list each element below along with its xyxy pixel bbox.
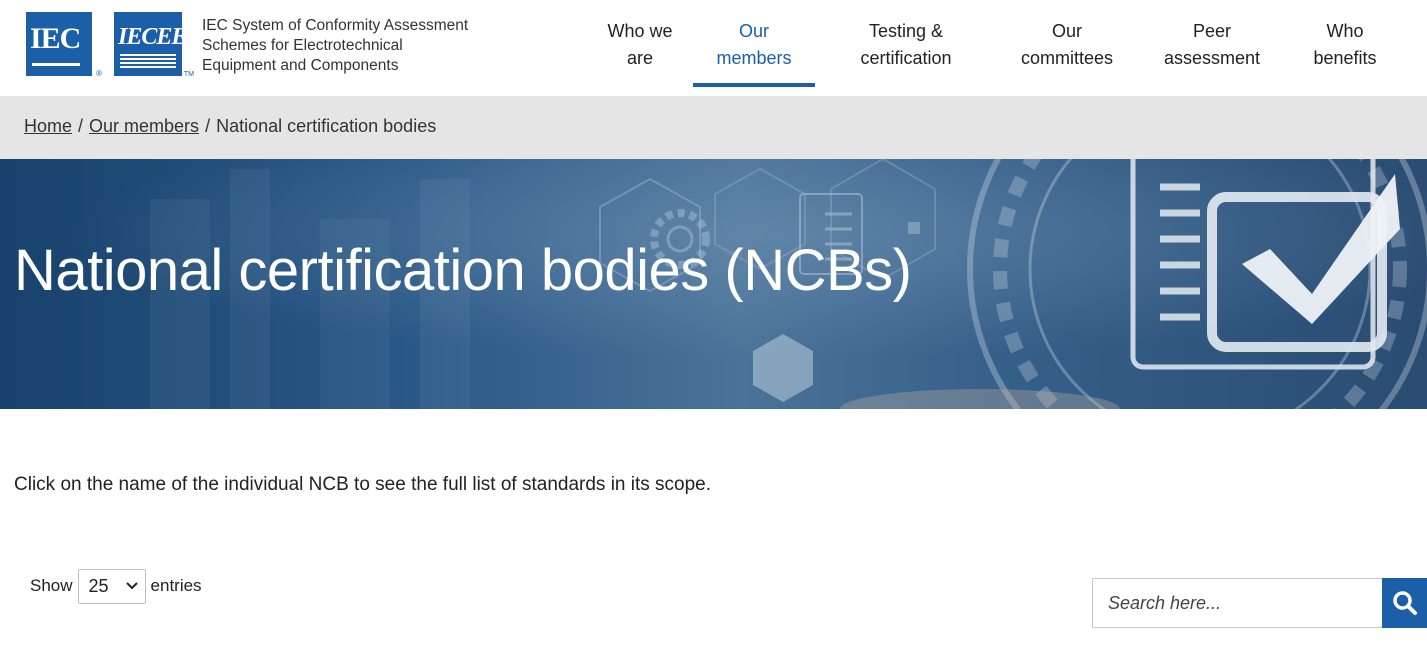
- breadcrumb-our-members-link[interactable]: Our members: [89, 116, 199, 136]
- org-name-line: Schemes for Electrotechnical: [202, 37, 403, 54]
- nav-label-line: members: [716, 48, 792, 68]
- iecee-logo-text: IECEE: [118, 24, 187, 50]
- chevron-down-icon: [125, 581, 138, 589]
- nav-peer-assessment[interactable]: Peer assessment: [1150, 18, 1274, 72]
- nav-label-line: committees: [1020, 48, 1114, 68]
- nav-who-benefits[interactable]: Who benefits: [1300, 18, 1390, 72]
- nav-label-line: benefits: [1313, 48, 1377, 68]
- iec-logo-text: IEC: [30, 22, 81, 55]
- nav-label-line: assessment: [1163, 48, 1261, 68]
- nav-label-line: Who: [1326, 21, 1364, 41]
- search-field-wrapper: [1092, 578, 1383, 628]
- nav-label-line: Our: [738, 21, 769, 41]
- nav-label-line: Who we: [607, 21, 673, 41]
- iec-logo-bar: [32, 63, 80, 66]
- nav-testing-certification[interactable]: Testing & certification: [840, 18, 972, 72]
- nav-label-line: are: [626, 48, 653, 68]
- hero-banner: National certification bodies (NCBs): [0, 159, 1427, 409]
- breadcrumb-bar: Home / Our members / National certification …: [0, 96, 1427, 159]
- intro-text: Click on the name of the individual NCB …: [14, 474, 712, 495]
- nav-label-line: certification: [860, 48, 952, 68]
- iecee-logo-lines: [120, 54, 176, 68]
- nav-our-committees[interactable]: Our committees: [1004, 18, 1130, 72]
- entries-select-value: 25: [88, 575, 109, 596]
- breadcrumb-current: National certification bodies: [216, 116, 437, 136]
- search-button[interactable]: [1382, 578, 1427, 628]
- entries-select[interactable]: 25: [77, 568, 146, 604]
- nav-label-line: Our: [1051, 21, 1082, 41]
- nav-who-we-are[interactable]: Who we are: [592, 18, 688, 72]
- org-name: IEC System of Conformity Assessment Sche…: [202, 16, 492, 76]
- search-input[interactable]: [1093, 579, 1383, 627]
- breadcrumb-separator: /: [78, 116, 84, 136]
- entries-label: entries: [150, 576, 202, 595]
- trademark-mark: TM: [183, 71, 194, 78]
- active-nav-indicator: [693, 83, 815, 87]
- breadcrumb-home-link[interactable]: Home: [24, 116, 72, 136]
- breadcrumb-separator: /: [205, 116, 211, 136]
- page-title: National certification bodies (NCBs): [14, 238, 912, 303]
- breadcrumb: Home / Our members / National certification …: [24, 116, 436, 137]
- entries-length-control: Show 25 entries: [30, 568, 202, 604]
- site-header: IEC ® IECEE TM IEC System of Conformity …: [0, 0, 1427, 96]
- nav-label-line: Peer: [1192, 21, 1232, 41]
- nav-our-members[interactable]: Our members: [693, 18, 815, 72]
- org-name-line: IEC System of Conformity Assessment: [202, 17, 469, 34]
- show-label: Show: [30, 576, 73, 595]
- search-icon: [1393, 591, 1417, 615]
- org-name-line: Equipment and Components: [202, 57, 399, 74]
- iecee-logo[interactable]: IECEE TM: [114, 12, 194, 78]
- registered-mark: ®: [96, 69, 102, 78]
- nav-label-line: Testing &: [868, 21, 944, 41]
- iec-logo[interactable]: IEC ®: [26, 12, 102, 78]
